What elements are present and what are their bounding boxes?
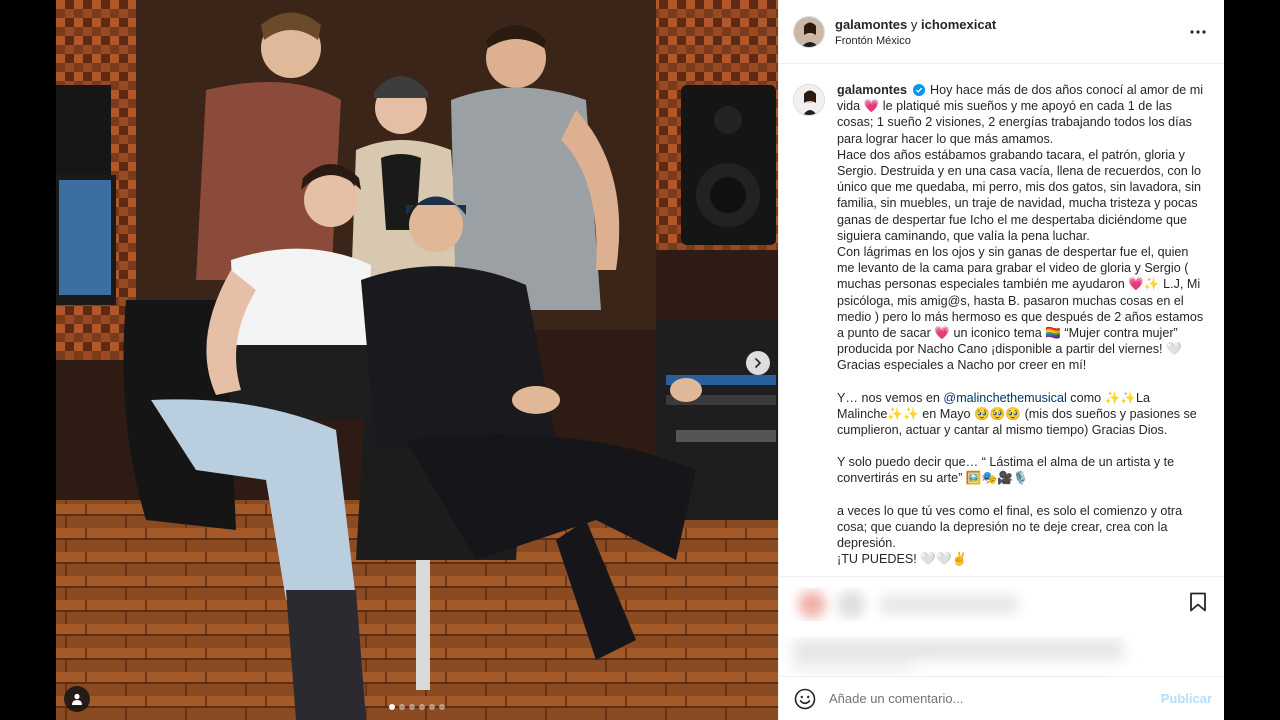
likes-summary: [779, 626, 1224, 676]
post-actions-bar: [779, 576, 1224, 626]
carousel-dot: [399, 704, 405, 710]
caption-line: Con lágrimas en los ojos y sin ganas de …: [837, 245, 1204, 357]
caption-line: Y solo puedo decir que… “ Lástima el alm…: [837, 455, 1175, 486]
publish-comment-button[interactable]: Publicar: [1161, 691, 1212, 706]
coauthor-username[interactable]: ichomexicat: [921, 17, 996, 32]
more-options-icon: [1190, 29, 1206, 34]
carousel-next-button[interactable]: [746, 351, 770, 375]
caption-area: galamontes Hoy hace más de dos años cono…: [779, 64, 1224, 576]
comment-input[interactable]: [829, 691, 1161, 706]
blurred-action-icons: [798, 590, 1018, 619]
caption-line: ¡TU PUEDES! 🤍🤍✌️: [837, 552, 968, 567]
carousel-dot: [419, 704, 425, 710]
caption-line-with-mention: Y… nos vemos en @malinchethemusical como…: [837, 390, 1209, 439]
post-header: galamontes y ichomexicat Frontón México: [779, 0, 1224, 64]
author-username[interactable]: galamontes: [835, 17, 907, 32]
carousel-dot: [439, 704, 445, 710]
author-avatar[interactable]: [793, 15, 825, 48]
chevron-right-icon: [755, 358, 762, 368]
save-post-button[interactable]: [1186, 590, 1210, 614]
post-location[interactable]: Frontón México: [835, 35, 1186, 47]
post-sidebar: galamontes y ichomexicat Frontón México: [778, 0, 1224, 720]
verified-badge-icon: [912, 84, 925, 96]
caption-username[interactable]: galamontes: [837, 83, 907, 97]
carousel-indicator: [389, 704, 445, 710]
caption-author-avatar[interactable]: [793, 84, 825, 116]
carousel-dot: [429, 704, 435, 710]
studio-photo-image: [56, 0, 778, 720]
mention-link[interactable]: @malinchethemusical: [943, 391, 1066, 405]
carousel-dot: [409, 704, 415, 710]
authors-joiner: y: [910, 16, 918, 32]
caption-line: a veces lo que tú ves como el final, es …: [837, 503, 1183, 551]
caption-line: Gracias especiales a Nacho por creer en …: [837, 358, 1087, 373]
emoji-icon: [794, 688, 816, 709]
carousel-dot: [389, 704, 395, 710]
caption-mention-text[interactable]: Y… nos vemos en @malinchethemusical como…: [837, 391, 1197, 437]
post-modal: galamontes y ichomexicat Frontón México: [56, 0, 1224, 720]
post-photo[interactable]: [56, 0, 778, 720]
comment-bar: Publicar: [779, 676, 1224, 720]
bookmark-icon: [1190, 592, 1206, 611]
user-tag-icon: [72, 693, 82, 705]
more-options-button[interactable]: [1186, 20, 1210, 44]
caption-line: Hace dos años estábamos grabando tacara,…: [837, 147, 1202, 243]
blurred-likes-row: [793, 640, 1123, 672]
user-tag-button[interactable]: [64, 686, 90, 712]
emoji-picker-button[interactable]: [793, 687, 817, 711]
post-authors: galamontes y ichomexicat: [835, 17, 1186, 32]
post-caption: galamontes Hoy hace más de dos años cono…: [837, 82, 1209, 576]
